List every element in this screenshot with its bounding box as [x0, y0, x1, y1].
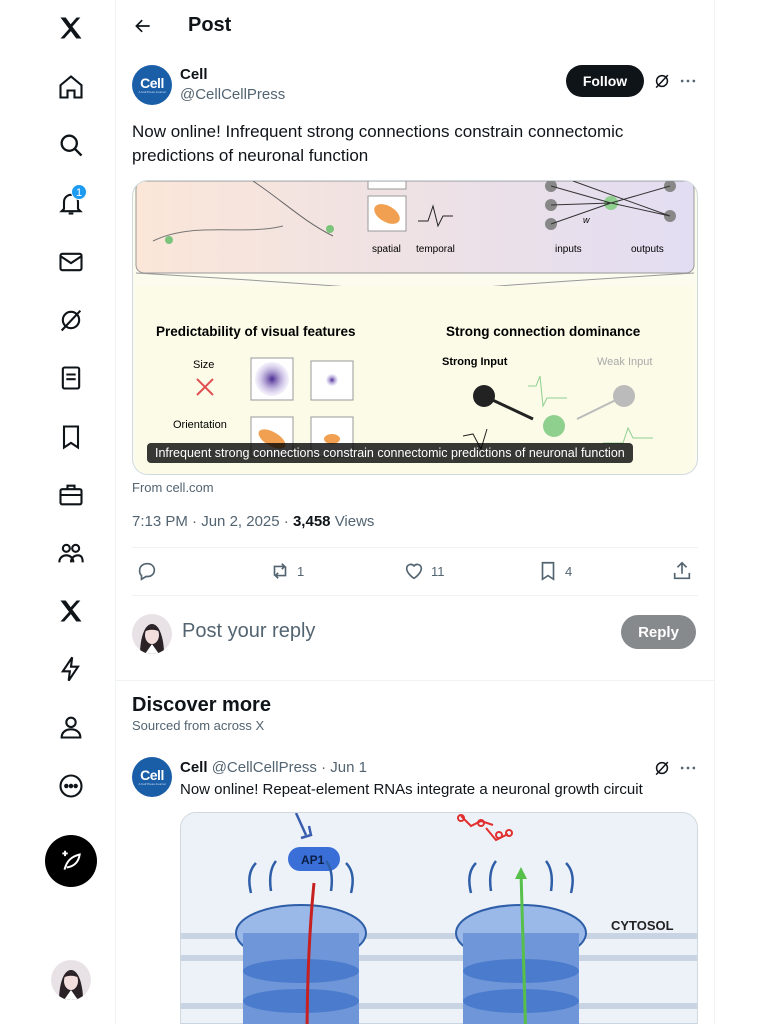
side-navigation: 1: [0, 0, 116, 1024]
section-divider: [116, 680, 714, 681]
compose-post-button[interactable]: [45, 835, 97, 887]
reply-button[interactable]: [136, 560, 158, 582]
image-caption: Infrequent strong connections constrain …: [147, 443, 633, 463]
views-label: Views: [334, 513, 375, 530]
post2-author-name[interactable]: Cell: [180, 759, 208, 776]
messages-envelope-icon[interactable]: [45, 236, 97, 288]
bookmark-count: 4: [565, 563, 573, 579]
account-avatar[interactable]: [51, 960, 91, 1000]
like-button[interactable]: 11: [403, 560, 445, 582]
author-handle[interactable]: @CellCellPress: [180, 86, 285, 103]
post-header: Post: [116, 0, 714, 53]
post2-image[interactable]: AP1 CYTOSOL: [180, 812, 698, 1024]
post2-text: Now online! Repeat-element RNAs integrat…: [180, 781, 643, 798]
post2-author-handle[interactable]: @CellCellPress: [212, 759, 317, 776]
repost-button[interactable]: 1: [269, 560, 304, 582]
main-column: Post Cell A Cell Press Journal Cell @Cel…: [116, 0, 715, 1024]
discover-subtitle: Sourced from across X: [132, 718, 265, 733]
share-icon: [673, 561, 691, 580]
bookmark-button[interactable]: 4: [537, 560, 572, 582]
page-title: Post: [188, 14, 232, 36]
premium-x-icon[interactable]: [45, 585, 97, 637]
jobs-briefcase-icon[interactable]: [45, 469, 97, 521]
views-count: 3,458: [292, 513, 331, 530]
post-metadata: 7:13 PM · Jun 2, 2025 · 3,458 Views: [132, 513, 375, 530]
svg-text:Orientation: Orientation: [173, 419, 227, 431]
post2-author-avatar[interactable]: Cell A Cell Press Journal: [132, 757, 172, 797]
svg-text:spatial: spatial: [372, 244, 401, 255]
discover-title: Discover more: [132, 694, 271, 716]
search-icon[interactable]: [45, 119, 97, 171]
post-image[interactable]: spatial temporal w inputs outputs Predic…: [132, 180, 698, 475]
membrane-pore-illustration: AP1 CYTOSOL: [181, 813, 697, 1024]
svg-text:AP1: AP1: [301, 853, 325, 867]
grok-analyze-icon[interactable]: [650, 69, 674, 93]
grok-icon[interactable]: [45, 294, 97, 346]
author-avatar[interactable]: Cell A Cell Press Journal: [132, 65, 172, 105]
svg-text:CYTOSOL: CYTOSOL: [611, 918, 674, 933]
svg-text:w: w: [583, 215, 590, 225]
post-action-bar: 1 11 4: [132, 547, 698, 596]
reply-submit-button[interactable]: Reply: [621, 615, 696, 649]
reply-bubble-icon: [138, 562, 156, 581]
post2-author-line: Cell @CellCellPress · Jun 1: [180, 759, 367, 776]
like-count: 11: [431, 563, 445, 579]
graphical-abstract-illustration: spatial temporal w inputs outputs Predic…: [135, 181, 695, 474]
svg-text:temporal: temporal: [416, 244, 455, 255]
feather-plus-icon: [62, 850, 81, 870]
back-arrow-icon[interactable]: [128, 11, 158, 41]
author-name[interactable]: Cell: [180, 66, 208, 83]
svg-text:outputs: outputs: [631, 244, 664, 255]
repost-count: 1: [297, 563, 305, 579]
source-link[interactable]: From cell.com: [132, 480, 214, 495]
follow-button[interactable]: Follow: [566, 65, 644, 97]
svg-text:Strong connection dominance: Strong connection dominance: [446, 324, 641, 339]
svg-text:Weak Input: Weak Input: [597, 356, 652, 368]
reply-avatar: [132, 614, 172, 654]
svg-text:Predictability of visual featu: Predictability of visual features: [156, 324, 356, 339]
post-time[interactable]: 7:13 PM: [132, 513, 188, 530]
more-options-icon[interactable]: [676, 69, 700, 93]
svg-text:inputs: inputs: [555, 244, 582, 255]
reply-composer: Post your reply Reply: [132, 612, 698, 656]
heart-icon: [405, 563, 423, 580]
verified-orgs-lightning-icon[interactable]: [45, 643, 97, 695]
svg-text:Strong Input: Strong Input: [442, 356, 508, 368]
post-text: Now online! Infrequent strong connection…: [132, 122, 624, 165]
post-date[interactable]: Jun 2, 2025: [201, 513, 279, 530]
lists-icon[interactable]: [45, 352, 97, 404]
more-options-icon[interactable]: [676, 756, 700, 780]
more-options-icon[interactable]: [45, 760, 97, 812]
share-button[interactable]: [671, 560, 693, 582]
post2-date[interactable]: Jun 1: [330, 759, 367, 776]
reply-input[interactable]: Post your reply: [182, 620, 315, 643]
communities-icon[interactable]: [45, 527, 97, 579]
grok-analyze-icon[interactable]: [650, 756, 674, 780]
home-icon[interactable]: [45, 61, 97, 113]
notifications-bell-icon[interactable]: 1: [45, 177, 97, 229]
notifications-badge: 1: [71, 184, 87, 200]
x-logo-icon[interactable]: [45, 2, 97, 54]
bookmark-icon: [541, 561, 555, 581]
profile-icon[interactable]: [45, 701, 97, 753]
svg-text:Size: Size: [193, 359, 214, 371]
bookmarks-icon[interactable]: [45, 411, 97, 463]
repost-icon: [273, 563, 287, 579]
